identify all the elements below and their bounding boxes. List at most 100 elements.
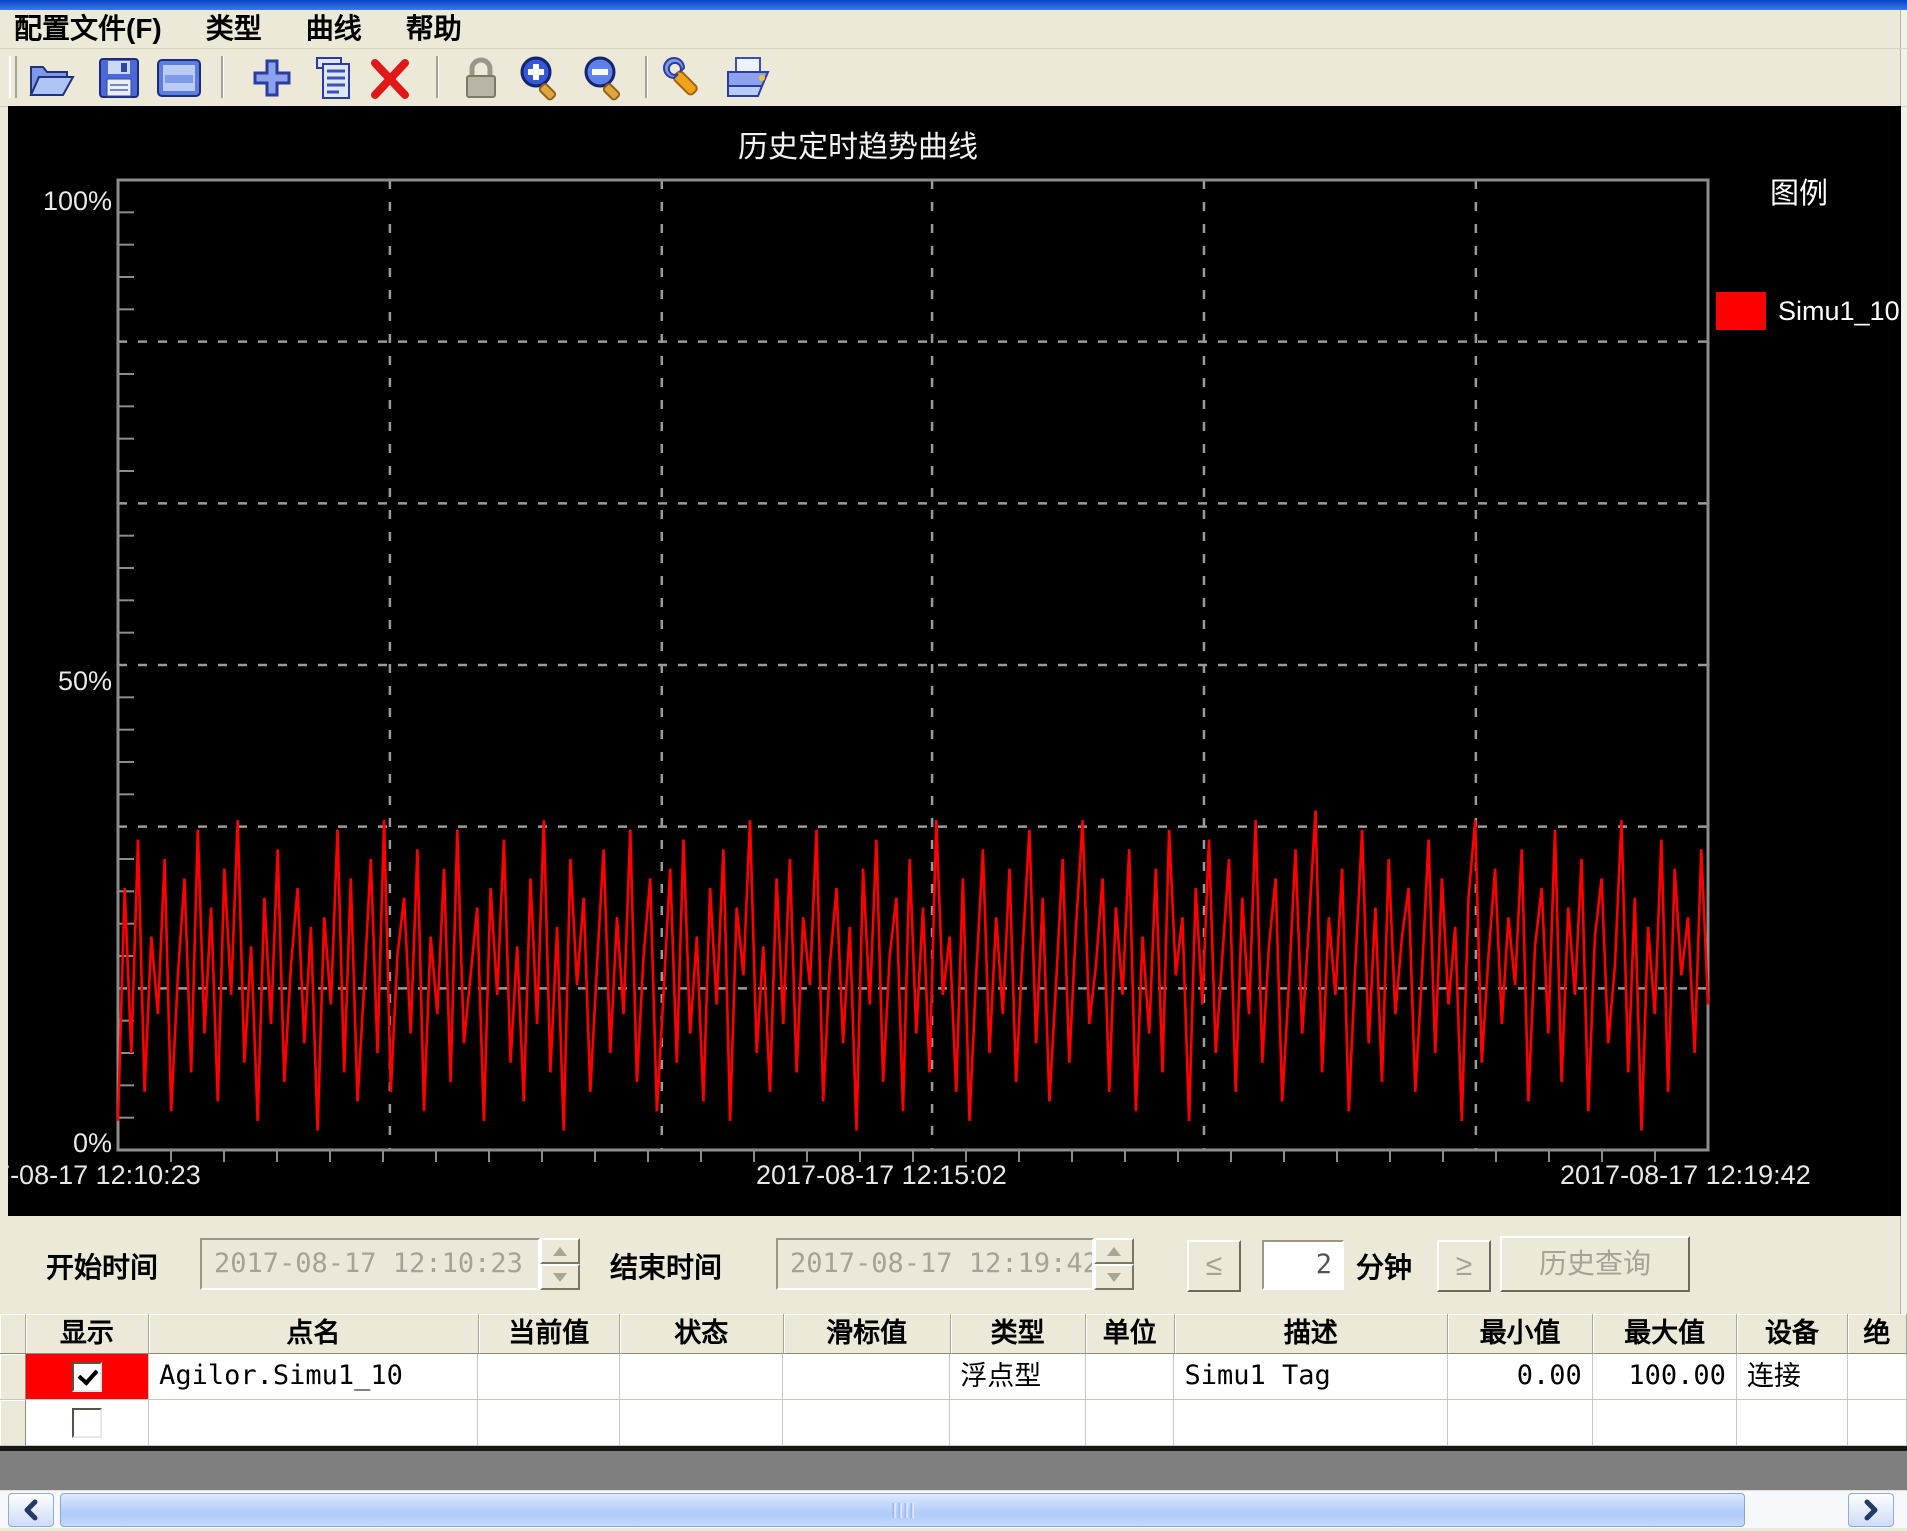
- cell-point_name[interactable]: Agilor.Simu1_10: [149, 1354, 478, 1400]
- print-button[interactable]: [722, 53, 774, 103]
- copy-curve-button[interactable]: [306, 53, 358, 103]
- spin-down-icon[interactable]: [540, 1264, 580, 1290]
- add-curve-button[interactable]: [246, 53, 298, 103]
- legend-series-name: Simu1_10: [1778, 296, 1900, 327]
- query-controls: 开始时间 2017-08-17 12:10:23 结束时间 2017-08-17…: [0, 1216, 1907, 1314]
- lock-button[interactable]: [455, 53, 507, 103]
- cell-current_value[interactable]: [478, 1354, 619, 1400]
- menu-help[interactable]: 帮助: [384, 10, 484, 48]
- step-forward-button[interactable]: ≥: [1437, 1240, 1491, 1292]
- cell-type[interactable]: 浮点型: [950, 1354, 1085, 1400]
- start-time-input[interactable]: 2017-08-17 12:10:23: [200, 1238, 540, 1290]
- spin-up-icon[interactable]: [1094, 1238, 1134, 1264]
- column-header-type[interactable]: 类型: [951, 1314, 1086, 1354]
- column-header-current_value[interactable]: 当前值: [479, 1314, 620, 1354]
- y-axis-label-50: 50%: [26, 666, 112, 697]
- window-title-strip: [0, 0, 1907, 10]
- table-row[interactable]: Agilor.Simu1_10 浮点型 Simu1 Tag0.00100.00连接: [0, 1354, 1907, 1400]
- show-checkbox-cell[interactable]: [26, 1400, 149, 1446]
- cell-status[interactable]: [620, 1354, 784, 1400]
- cell-current_value[interactable]: [478, 1400, 619, 1446]
- step-back-button[interactable]: ≤: [1187, 1240, 1241, 1292]
- cell-cursor_value[interactable]: [783, 1354, 950, 1400]
- interval-input[interactable]: 2: [1262, 1240, 1344, 1290]
- legend-swatch: [1716, 292, 1766, 330]
- history-query-button[interactable]: 历史查询: [1500, 1236, 1690, 1292]
- cell-device[interactable]: 连接: [1737, 1354, 1848, 1400]
- y-axis-label-0: 0%: [26, 1128, 112, 1159]
- checkbox-unchecked[interactable]: [72, 1408, 102, 1438]
- x-axis-label-start: 2017-08-17 12:10:23: [8, 1160, 201, 1191]
- toolbar-gripper[interactable]: [9, 56, 17, 98]
- scrollbar-thumb[interactable]: [60, 1493, 1745, 1527]
- trend-chart[interactable]: 历史定时趋势曲线 100% 50% 0% 2017-08-17 12:10:23…: [8, 106, 1901, 1216]
- toolbar: [0, 48, 1907, 107]
- column-header-device[interactable]: 设备: [1737, 1314, 1848, 1354]
- column-header-point_name[interactable]: 点名: [149, 1314, 479, 1354]
- column-header-min[interactable]: 最小值: [1448, 1314, 1593, 1354]
- end-time-spinner[interactable]: [1094, 1238, 1134, 1290]
- table-row[interactable]: [0, 1400, 1907, 1446]
- scroll-left-button[interactable]: [8, 1493, 54, 1527]
- x-axis-label-end: 2017-08-17 12:19:42: [1560, 1160, 1811, 1191]
- open-file-button[interactable]: [25, 53, 77, 103]
- spin-up-icon[interactable]: [540, 1238, 580, 1264]
- column-header-max[interactable]: 最大值: [1593, 1314, 1737, 1354]
- cell-min[interactable]: [1448, 1400, 1593, 1446]
- save-button[interactable]: [93, 53, 145, 103]
- zoom-out-button[interactable]: [578, 53, 630, 103]
- printer-icon: [722, 54, 774, 102]
- cell-type[interactable]: [950, 1400, 1085, 1446]
- cell-cursor_value[interactable]: [783, 1400, 950, 1446]
- row-header[interactable]: [0, 1354, 26, 1400]
- delete-curve-button[interactable]: [364, 53, 416, 103]
- cell-max[interactable]: [1593, 1400, 1737, 1446]
- cell-unit[interactable]: [1086, 1354, 1175, 1400]
- horizontal-scrollbar[interactable]: [0, 1490, 1907, 1529]
- cell-min[interactable]: 0.00: [1448, 1354, 1593, 1400]
- column-header-unit[interactable]: 单位: [1086, 1314, 1175, 1354]
- table-filler: [0, 1451, 1907, 1490]
- row-header-corner: [0, 1314, 26, 1354]
- column-header-abs[interactable]: 绝: [1848, 1314, 1907, 1354]
- column-header-status[interactable]: 状态: [620, 1314, 784, 1354]
- row-header[interactable]: [0, 1400, 26, 1446]
- cell-description[interactable]: [1174, 1400, 1447, 1446]
- legend-title: 图例: [1770, 170, 1828, 212]
- application-window: 配置文件(F) 类型 曲线 帮助: [0, 0, 1907, 1531]
- cell-status[interactable]: [620, 1400, 784, 1446]
- cell-description[interactable]: Simu1 Tag: [1174, 1354, 1447, 1400]
- cell-max[interactable]: 100.00: [1593, 1354, 1737, 1400]
- column-header-show[interactable]: 显示: [26, 1314, 149, 1354]
- zoom-out-icon: [579, 53, 629, 103]
- cell-unit[interactable]: [1086, 1400, 1175, 1446]
- screen-image-icon: [155, 57, 203, 99]
- cell-abs[interactable]: [1848, 1400, 1907, 1446]
- cell-abs[interactable]: [1848, 1354, 1907, 1400]
- plot-area[interactable]: [8, 106, 1901, 1216]
- menu-curve[interactable]: 曲线: [284, 10, 384, 48]
- scroll-right-button[interactable]: [1848, 1493, 1894, 1527]
- toolbar-separator: [221, 56, 224, 98]
- menu-type[interactable]: 类型: [184, 10, 284, 48]
- cell-device[interactable]: [1737, 1400, 1848, 1446]
- export-image-button[interactable]: [153, 53, 205, 103]
- chevron-right-icon: [1862, 1499, 1880, 1521]
- plus-icon: [250, 56, 294, 100]
- column-header-description[interactable]: 描述: [1175, 1314, 1448, 1354]
- cell-point_name[interactable]: [149, 1400, 478, 1446]
- tag-table: 显示点名当前值状态滑标值类型单位描述最小值最大值设备绝Agilor.Simu1_…: [0, 1314, 1907, 1452]
- thumb-grip-icon: [892, 1503, 913, 1518]
- checkbox-checked[interactable]: [72, 1362, 102, 1392]
- end-time-input[interactable]: 2017-08-17 12:19:42: [776, 1238, 1094, 1290]
- end-time-label: 结束时间: [610, 1246, 722, 1286]
- menu-config-file[interactable]: 配置文件(F): [0, 10, 184, 48]
- zoom-in-button[interactable]: [514, 53, 566, 103]
- spin-down-icon[interactable]: [1094, 1264, 1134, 1290]
- show-checkbox-cell[interactable]: [26, 1354, 149, 1400]
- open-folder-icon: [27, 57, 75, 99]
- copy-document-icon: [309, 55, 355, 101]
- start-time-spinner[interactable]: [540, 1238, 580, 1290]
- column-header-cursor_value[interactable]: 滑标值: [784, 1314, 951, 1354]
- settings-button[interactable]: [660, 53, 712, 103]
